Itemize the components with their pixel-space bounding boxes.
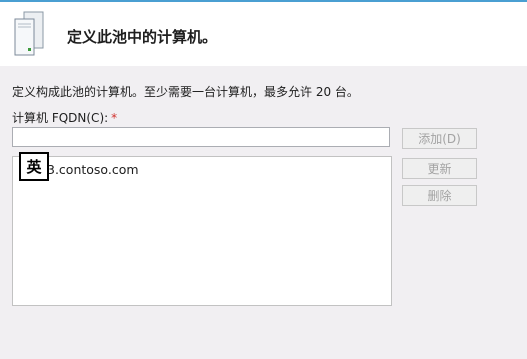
dialog-description: 定义构成此池的计算机。至少需要一台计算机，最多允许 20 台。 [12,85,359,99]
fqdn-label: 计算机 FQDN(C): * [12,109,117,126]
list-item[interactable]: 3.contoso.com [47,162,139,177]
ime-mode-indicator: 英 [19,152,49,181]
update-button[interactable]: 更新 [402,158,477,179]
add-button[interactable]: 添加(D) [402,128,477,149]
server-pool-icon [14,11,44,56]
delete-button[interactable]: 删除 [402,185,477,206]
fqdn-label-text: 计算机 FQDN(C): [12,111,109,125]
required-asterisk: * [111,111,118,125]
computer-list[interactable]: 3.contoso.com [12,156,392,306]
fqdn-input[interactable] [12,127,390,147]
dialog-title: 定义此池中的计算机。 [67,28,218,46]
dialog-header: 定义此池中的计算机。 [0,2,527,66]
